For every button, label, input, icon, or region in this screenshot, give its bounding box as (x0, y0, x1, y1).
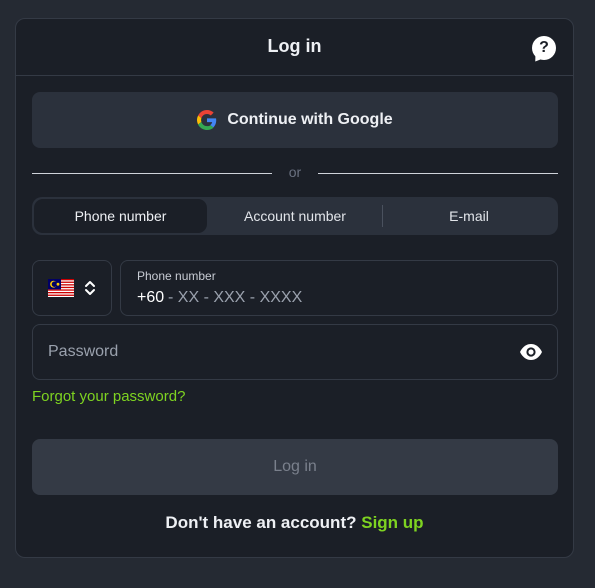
password-placeholder: Password (48, 343, 119, 360)
login-button[interactable]: Log in (32, 439, 558, 495)
signup-link[interactable]: Sign up (361, 513, 423, 532)
eye-icon[interactable] (519, 343, 543, 361)
phone-number-field[interactable]: Phone number +60 - XX - XXX - XXXX (120, 260, 558, 316)
tab-account-number[interactable]: Account number (210, 199, 380, 233)
tab-email[interactable]: E-mail (384, 199, 554, 233)
google-button-label: Continue with Google (227, 111, 393, 128)
chevron-up-down-icon (85, 281, 95, 295)
dialog-title: Log in (267, 36, 322, 56)
help-icon[interactable]: ? (532, 36, 556, 60)
continue-with-google-button[interactable]: Continue with Google (32, 92, 558, 148)
country-code-selector[interactable] (32, 260, 112, 316)
divider-or-text: or (288, 164, 302, 180)
tab-separator (382, 205, 383, 227)
dialog-header: Log in ? (16, 19, 573, 76)
phone-field-label: Phone number (137, 269, 216, 283)
tab-phone-number[interactable]: Phone number (34, 199, 207, 233)
forgot-password-link[interactable]: Forgot your password? (32, 388, 185, 405)
signup-row: Don't have an account? Sign up (16, 513, 573, 533)
phone-prefix: +60 (137, 289, 165, 306)
divider-left (32, 173, 272, 174)
divider-right (318, 173, 558, 174)
signup-prompt: Don't have an account? (165, 513, 357, 532)
malaysia-flag-icon (48, 279, 74, 297)
login-dialog: Log in ? Continue with Google or Phone n… (15, 18, 574, 558)
login-method-tabs: Phone number Account number E-mail (32, 197, 558, 235)
password-field[interactable]: Password (32, 324, 558, 380)
phone-input-mask: - XX - XXX - XXXX (168, 289, 303, 306)
google-logo-icon (197, 110, 217, 130)
